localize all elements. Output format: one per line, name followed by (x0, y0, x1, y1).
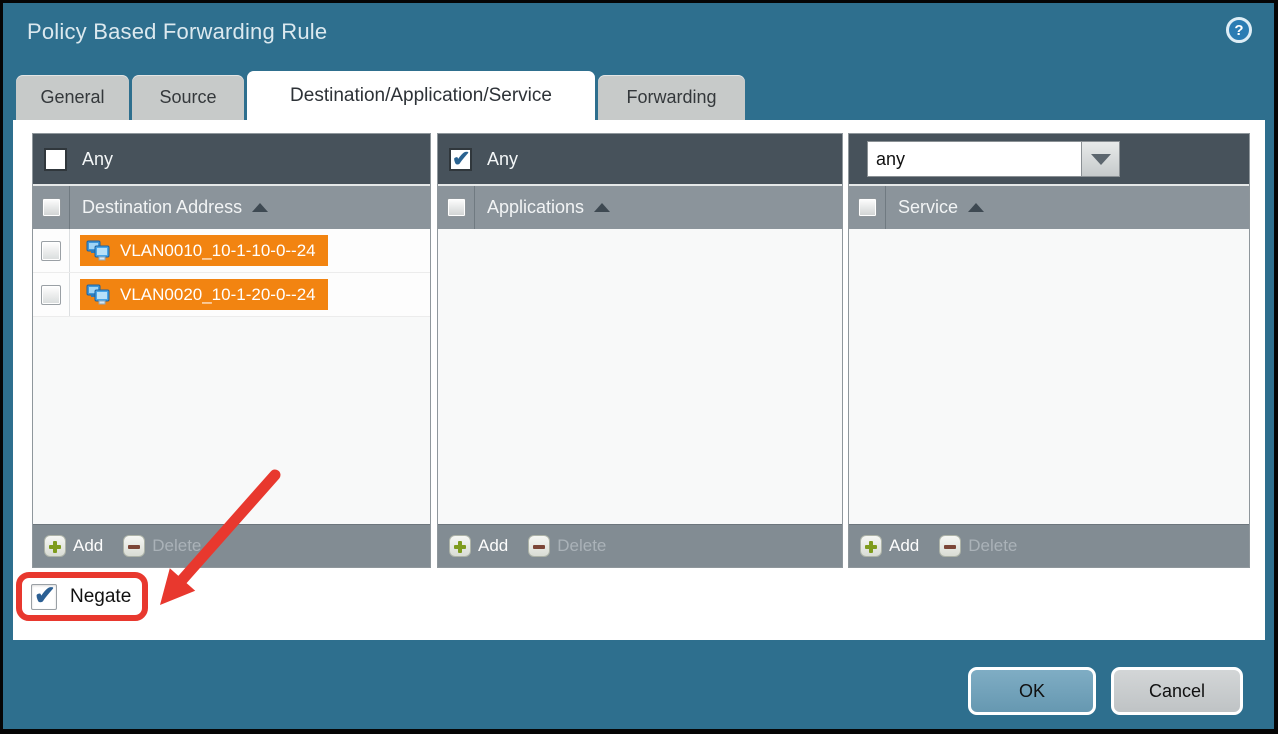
applications-column-header[interactable]: Applications (487, 197, 584, 218)
service-select-all-checkbox[interactable] (858, 198, 877, 217)
tab-source[interactable]: Source (132, 75, 244, 120)
policy-based-forwarding-rule-dialog: Policy Based Forwarding Rule ? General S… (0, 0, 1278, 734)
table-row[interactable]: VLAN0010_10-1-10-0--24 (33, 229, 430, 273)
network-address-icon (86, 240, 112, 262)
delete-button-label: Delete (968, 536, 1017, 556)
minus-icon (528, 535, 550, 557)
applications-column: Any Applications Add Delete (437, 133, 843, 568)
address-object-name: VLAN0020_10-1-20-0--24 (120, 285, 316, 305)
delete-button-label: Delete (152, 536, 201, 556)
applications-footer-bar: Add Delete (438, 524, 842, 567)
negate-checkbox[interactable] (31, 584, 57, 610)
destination-address-header-row: Destination Address (33, 184, 430, 229)
applications-header-row: Applications (438, 184, 842, 229)
service-column: any Service Add (848, 133, 1250, 568)
cancel-button[interactable]: Cancel (1111, 667, 1243, 715)
plus-icon (449, 535, 471, 557)
service-any-bar: any (849, 134, 1249, 184)
row-checkbox[interactable] (41, 285, 61, 305)
tab-content-panel: Any Destination Address (13, 120, 1265, 640)
negate-row: Negate (31, 584, 131, 610)
header-checkbox-gutter (849, 186, 886, 229)
network-address-icon (86, 284, 112, 306)
applications-any-checkbox[interactable] (449, 148, 472, 171)
help-icon[interactable]: ? (1226, 17, 1252, 43)
delete-button[interactable]: Delete (939, 535, 1017, 557)
plus-icon (860, 535, 882, 557)
address-object-name: VLAN0010_10-1-10-0--24 (120, 241, 316, 261)
row-checkbox[interactable] (41, 241, 61, 261)
add-button[interactable]: Add (449, 535, 508, 557)
destination-any-checkbox[interactable] (44, 148, 67, 171)
row-checkbox-gutter (33, 273, 70, 316)
header-checkbox-gutter (438, 186, 475, 229)
tab-bar: General Source Destination/Application/S… (16, 71, 748, 120)
sort-ascending-icon (252, 203, 268, 212)
service-dropdown[interactable]: any (867, 141, 1120, 177)
applications-any-bar: Any (438, 134, 842, 184)
add-button-label: Add (889, 536, 919, 556)
header-checkbox-gutter (33, 186, 70, 229)
dialog-title: Policy Based Forwarding Rule (27, 19, 327, 45)
row-checkbox-gutter (33, 229, 70, 272)
delete-button[interactable]: Delete (123, 535, 201, 557)
destination-address-list: VLAN0010_10-1-10-0--24 (33, 229, 430, 524)
add-button[interactable]: Add (860, 535, 919, 557)
sort-ascending-icon (968, 203, 984, 212)
sort-ascending-icon (594, 203, 610, 212)
destination-select-all-checkbox[interactable] (42, 198, 61, 217)
destination-any-label: Any (82, 149, 113, 170)
service-footer-bar: Add Delete (849, 524, 1249, 567)
tab-general[interactable]: General (16, 75, 129, 120)
minus-icon (123, 535, 145, 557)
delete-button[interactable]: Delete (528, 535, 606, 557)
add-button[interactable]: Add (44, 535, 103, 557)
address-object-chip[interactable]: VLAN0020_10-1-20-0--24 (80, 279, 328, 310)
service-list (849, 229, 1249, 524)
chevron-down-icon (1091, 154, 1111, 165)
minus-icon (939, 535, 961, 557)
add-button-label: Add (478, 536, 508, 556)
destination-address-column-header[interactable]: Destination Address (82, 197, 242, 218)
tab-forwarding[interactable]: Forwarding (598, 75, 745, 120)
add-button-label: Add (73, 536, 103, 556)
applications-select-all-checkbox[interactable] (447, 198, 466, 217)
negate-label: Negate (70, 586, 131, 608)
plus-icon (44, 535, 66, 557)
address-object-chip[interactable]: VLAN0010_10-1-10-0--24 (80, 235, 328, 266)
service-dropdown-button[interactable] (1082, 141, 1120, 177)
destination-footer-bar: Add Delete (33, 524, 430, 567)
destination-any-bar: Any (33, 134, 430, 184)
destination-address-column: Any Destination Address (32, 133, 431, 568)
table-row[interactable]: VLAN0020_10-1-20-0--24 (33, 273, 430, 317)
service-header-row: Service (849, 184, 1249, 229)
service-dropdown-value[interactable]: any (867, 141, 1082, 177)
applications-list (438, 229, 842, 524)
tab-destination-application-service[interactable]: Destination/Application/Service (247, 71, 595, 120)
delete-button-label: Delete (557, 536, 606, 556)
ok-button[interactable]: OK (968, 667, 1096, 715)
service-column-header[interactable]: Service (898, 197, 958, 218)
applications-any-label: Any (487, 149, 518, 170)
